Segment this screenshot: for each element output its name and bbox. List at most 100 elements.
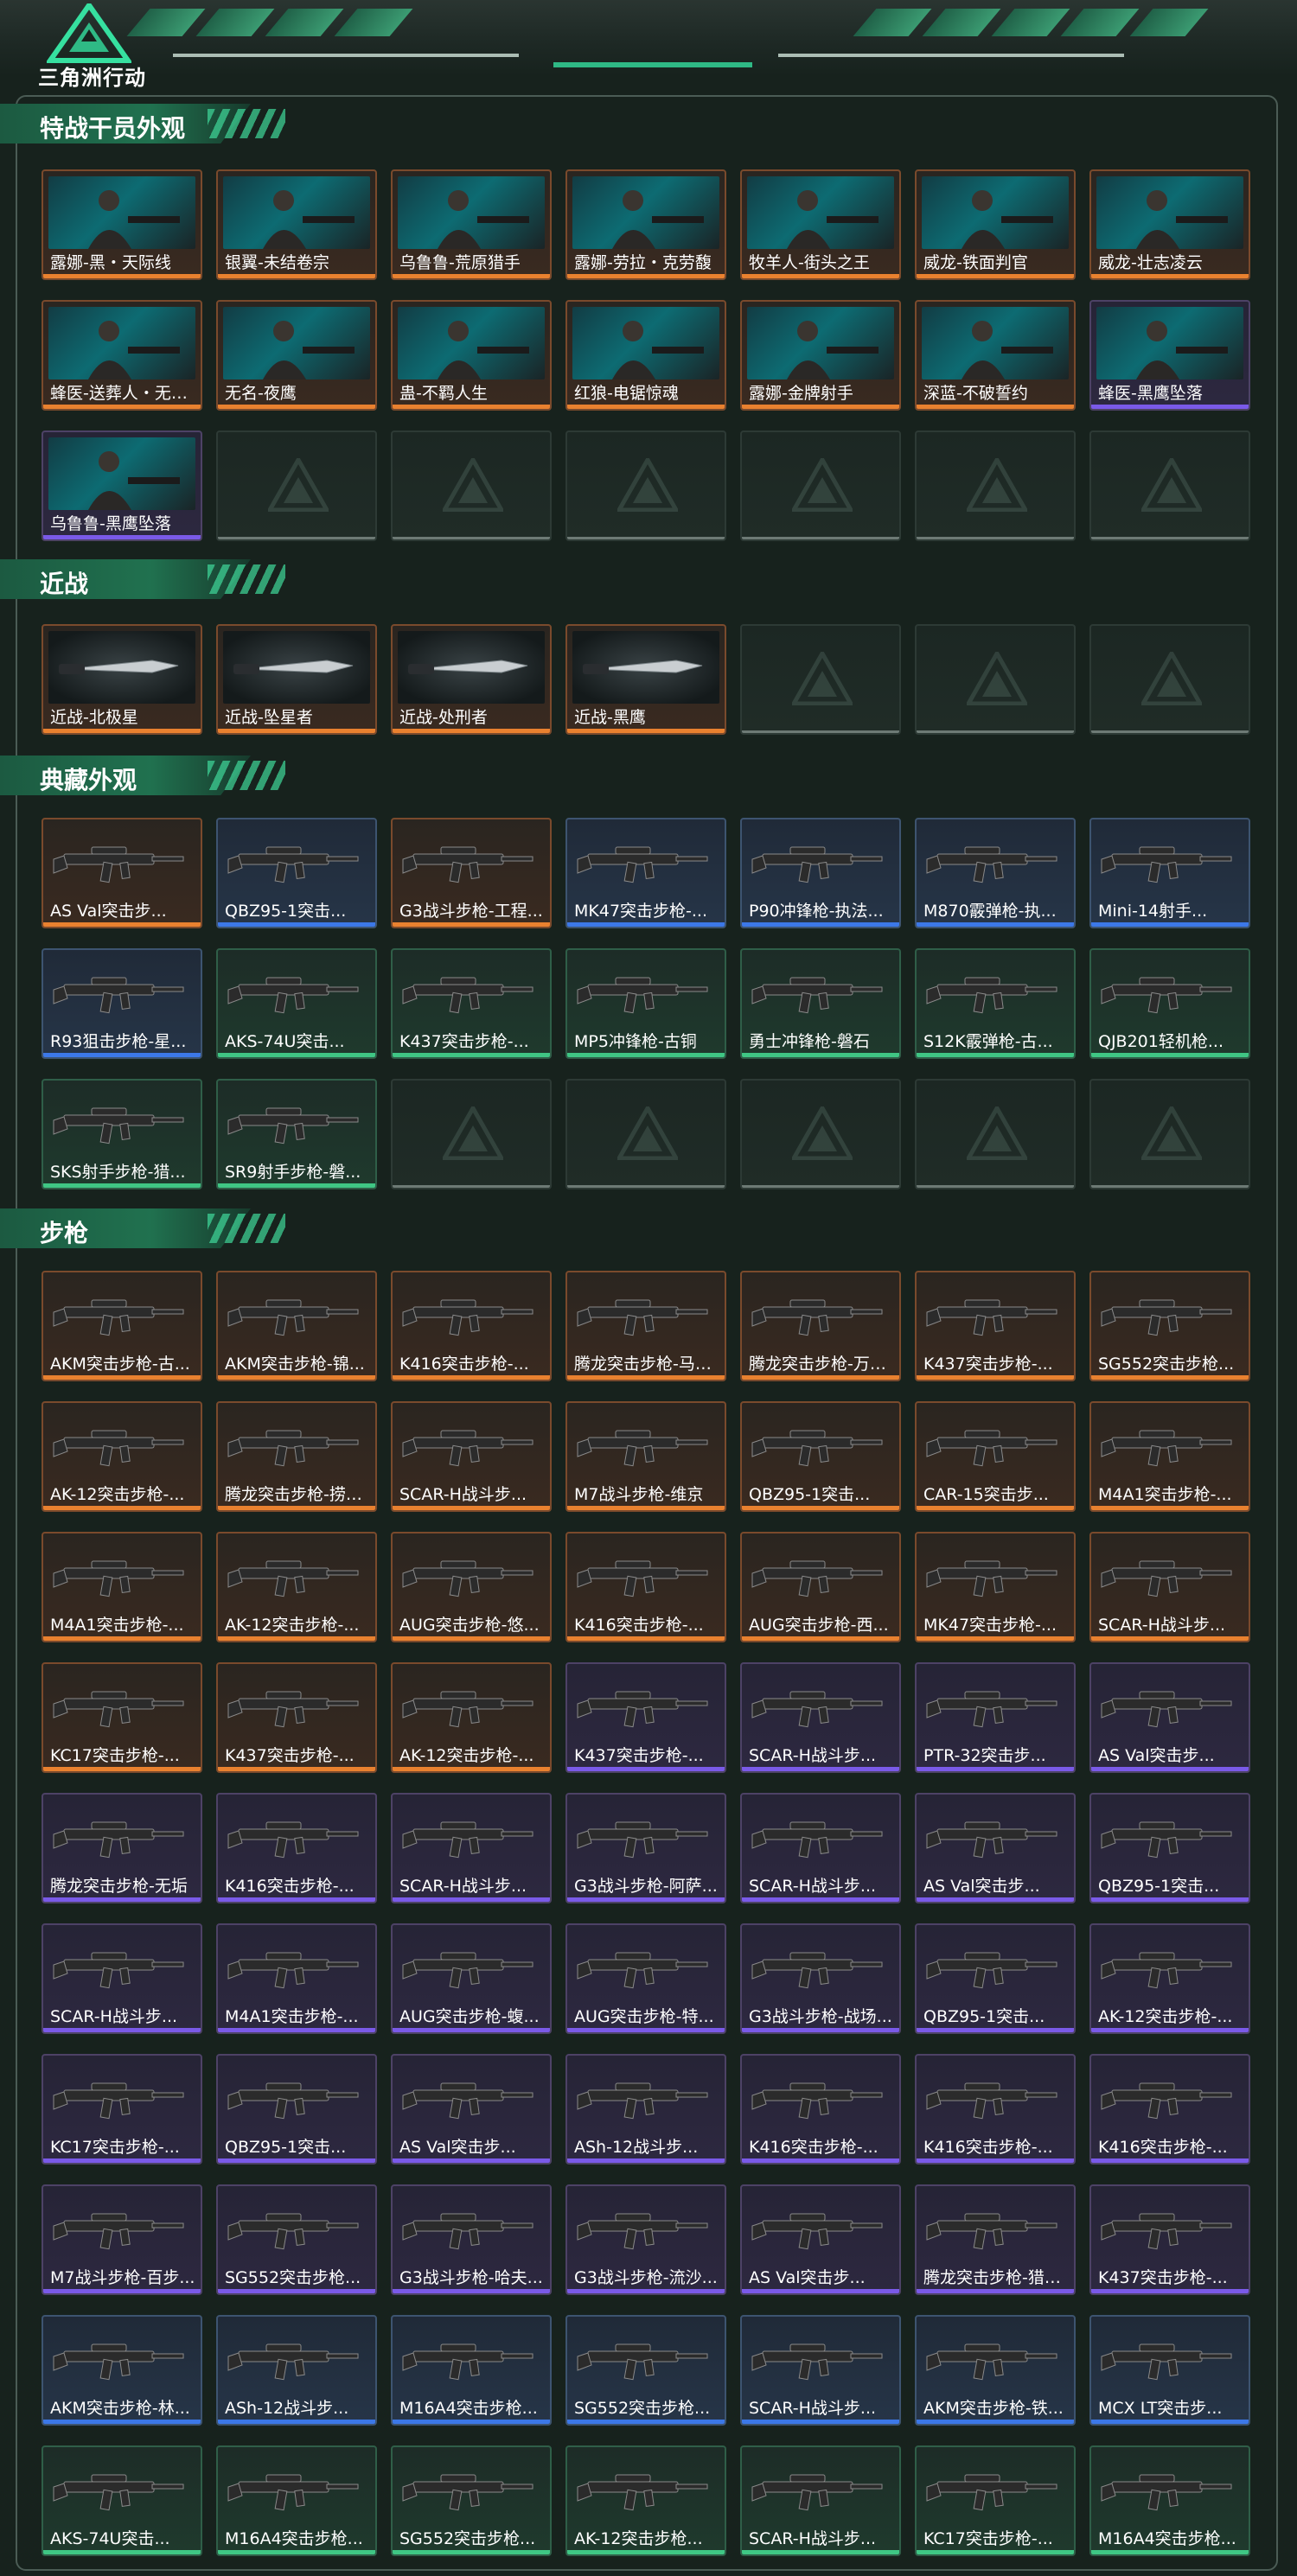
skin-card[interactable]: 腾龙突击步枪-捞点... [216, 1401, 377, 1512]
skin-card[interactable]: SG552突击步枪... [216, 2184, 377, 2295]
skin-card[interactable]: AUG突击步枪-特... [565, 1923, 726, 2034]
skin-card[interactable]: KC17突击步枪-... [915, 2445, 1076, 2556]
skin-card[interactable]: SCAR-H战斗步... [740, 1662, 901, 1773]
skin-card[interactable]: SCAR-H战斗步... [1089, 1532, 1250, 1642]
skin-card[interactable]: 蛊-不羁人生 [391, 300, 552, 411]
skin-card[interactable]: 腾龙突击步枪-无垢 [42, 1793, 202, 1903]
skin-card[interactable]: SG552突击步枪... [1089, 1271, 1250, 1381]
skin-card[interactable]: 近战-北极星 [42, 624, 202, 735]
skin-card[interactable]: R93狙击步枪-星... [42, 948, 202, 1059]
skin-card[interactable]: G3战斗步枪-哈夫... [391, 2184, 552, 2295]
skin-card[interactable]: 威龙-铁面判官 [915, 169, 1076, 280]
skin-card[interactable]: 露娜-劳拉・克劳馥 [565, 169, 726, 280]
skin-card[interactable]: AS Val突击步... [740, 2184, 901, 2295]
skin-card[interactable]: M4A1突击步枪-... [1089, 1401, 1250, 1512]
skin-card[interactable]: 威龙-壮志凌云 [1089, 169, 1250, 280]
skin-card[interactable]: QBZ95-1突击... [216, 2054, 377, 2165]
skin-card[interactable]: AK-12突击步枪-... [216, 1532, 377, 1642]
skin-card[interactable]: 银翼-未结卷宗 [216, 169, 377, 280]
skin-card[interactable]: M16A4突击步枪... [216, 2445, 377, 2556]
skin-card[interactable]: 红狼-电锯惊魂 [565, 300, 726, 411]
skin-card[interactable]: 深蓝-不破誓约 [915, 300, 1076, 411]
skin-card[interactable]: KC17突击步枪-... [42, 1662, 202, 1773]
skin-card[interactable]: AKS-74U突击... [216, 948, 377, 1059]
skin-card[interactable]: AKM突击步枪-古... [42, 1271, 202, 1381]
skin-card[interactable]: P90冲锋枪-执法... [740, 818, 901, 928]
skin-card[interactable]: M4A1突击步枪-... [42, 1532, 202, 1642]
skin-card[interactable]: 无名-夜鹰 [216, 300, 377, 411]
skin-card[interactable]: 近战-坠星者 [216, 624, 377, 735]
skin-card[interactable]: K416突击步枪-... [565, 1532, 726, 1642]
skin-card[interactable]: 腾龙突击步枪-马年... [565, 1271, 726, 1381]
skin-card[interactable]: 腾龙突击步枪-万金... [740, 1271, 901, 1381]
skin-card[interactable]: SKS射手步枪-猎... [42, 1079, 202, 1189]
skin-card[interactable]: K437突击步枪-... [391, 948, 552, 1059]
skin-card[interactable]: AS Val突击步... [1089, 1662, 1250, 1773]
skin-card[interactable]: M16A4突击步枪... [1089, 2445, 1250, 2556]
skin-card[interactable]: 露娜-金牌射手 [740, 300, 901, 411]
skin-card[interactable]: KC17突击步枪-... [42, 2054, 202, 2165]
skin-card[interactable]: K437突击步枪-... [565, 1662, 726, 1773]
skin-card[interactable]: QJB201轻机枪... [1089, 948, 1250, 1059]
skin-card[interactable]: G3战斗步枪-流沙... [565, 2184, 726, 2295]
skin-card[interactable]: K416突击步枪-... [216, 1793, 377, 1903]
skin-card[interactable]: AK-12突击步枪-... [1089, 1923, 1250, 2034]
skin-card[interactable]: 露娜-黑・天际线 [42, 169, 202, 280]
skin-card[interactable]: K416突击步枪-... [1089, 2054, 1250, 2165]
skin-card[interactable]: M870霰弹枪-执... [915, 818, 1076, 928]
skin-card[interactable]: MK47突击步枪-... [565, 818, 726, 928]
skin-card[interactable]: AS Val突击步... [42, 818, 202, 928]
skin-card[interactable]: K416突击步枪-... [740, 2054, 901, 2165]
skin-card[interactable]: 勇士冲锋枪-磐石 [740, 948, 901, 1059]
skin-card[interactable]: AK-12突击步枪... [565, 2445, 726, 2556]
skin-card[interactable]: SCAR-H战斗步... [391, 1793, 552, 1903]
skin-card[interactable]: AUG突击步枪-西... [740, 1532, 901, 1642]
skin-card[interactable]: M7战斗步枪-百步... [42, 2184, 202, 2295]
skin-card[interactable]: 牧羊人-街头之王 [740, 169, 901, 280]
skin-card[interactable]: M7战斗步枪-维京 [565, 1401, 726, 1512]
skin-card[interactable]: SCAR-H战斗步... [740, 1793, 901, 1903]
skin-card[interactable]: 乌鲁鲁-黑鹰坠落 [42, 430, 202, 541]
skin-card[interactable]: MK47突击步枪-... [915, 1532, 1076, 1642]
skin-card[interactable]: QBZ95-1突击... [1089, 1793, 1250, 1903]
skin-card[interactable]: QBZ95-1突击... [740, 1401, 901, 1512]
skin-card[interactable]: 乌鲁鲁-荒原猎手 [391, 169, 552, 280]
skin-card[interactable]: 蜂医-送葬人・无题... [42, 300, 202, 411]
skin-card[interactable]: PTR-32突击步... [915, 1662, 1076, 1773]
skin-card[interactable]: SCAR-H战斗步... [740, 2445, 901, 2556]
skin-card[interactable]: AS Val突击步... [915, 1793, 1076, 1903]
skin-card[interactable]: M4A1突击步枪-... [216, 1923, 377, 2034]
skin-card[interactable]: SG552突击步枪... [391, 2445, 552, 2556]
skin-card[interactable]: K437突击步枪-... [915, 1271, 1076, 1381]
skin-card[interactable]: ASh-12战斗步... [565, 2054, 726, 2165]
skin-card[interactable]: AUG突击步枪-悠... [391, 1532, 552, 1642]
skin-card[interactable]: Mini-14射手... [1089, 818, 1250, 928]
skin-card[interactable]: G3战斗步枪-战场... [740, 1923, 901, 2034]
skin-card[interactable]: K416突击步枪-... [391, 1271, 552, 1381]
skin-card[interactable]: ASh-12战斗步... [216, 2315, 377, 2426]
skin-card[interactable]: SG552突击步枪... [565, 2315, 726, 2426]
skin-card[interactable]: SCAR-H战斗步... [391, 1401, 552, 1512]
skin-card[interactable]: QBZ95-1突击... [915, 1923, 1076, 2034]
skin-card[interactable]: K437突击步枪-... [216, 1662, 377, 1773]
skin-card[interactable]: MP5冲锋枪-古铜 [565, 948, 726, 1059]
skin-card[interactable]: SCAR-H战斗步... [42, 1923, 202, 2034]
skin-card[interactable]: SR9射手步枪-磐... [216, 1079, 377, 1189]
skin-card[interactable]: AKM突击步枪-林... [42, 2315, 202, 2426]
skin-card[interactable]: QBZ95-1突击... [216, 818, 377, 928]
skin-card[interactable]: K416突击步枪-... [915, 2054, 1076, 2165]
skin-card[interactable]: AK-12突击步枪-... [42, 1401, 202, 1512]
skin-card[interactable]: AS Val突击步... [391, 2054, 552, 2165]
skin-card[interactable]: 蜂医-黑鹰坠落 [1089, 300, 1250, 411]
skin-card[interactable]: G3战斗步枪-阿萨... [565, 1793, 726, 1903]
skin-card[interactable]: AK-12突击步枪-... [391, 1662, 552, 1773]
skin-card[interactable]: S12K霰弹枪-古... [915, 948, 1076, 1059]
skin-card[interactable]: MCX LT突击步... [1089, 2315, 1250, 2426]
skin-card[interactable]: 近战-黑鹰 [565, 624, 726, 735]
skin-card[interactable]: M16A4突击步枪... [391, 2315, 552, 2426]
skin-card[interactable]: K437突击步枪-... [1089, 2184, 1250, 2295]
skin-card[interactable]: 腾龙突击步枪-猎鳄... [915, 2184, 1076, 2295]
skin-card[interactable]: CAR-15突击步... [915, 1401, 1076, 1512]
skin-card[interactable]: AUG突击步枪-蝮... [391, 1923, 552, 2034]
skin-card[interactable]: AKM突击步枪-铁... [915, 2315, 1076, 2426]
